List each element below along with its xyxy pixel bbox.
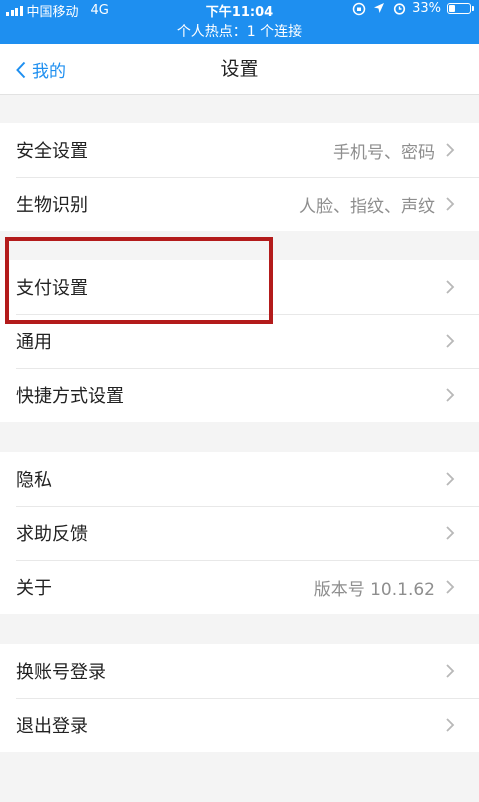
row-label: 支付设置: [16, 278, 88, 299]
settings-group-general: 支付设置 通用 快捷方式设置: [0, 260, 479, 422]
battery-fill: [449, 5, 456, 12]
security-settings-row[interactable]: 安全设置 手机号、密码: [0, 123, 479, 177]
chevron-right-icon: [446, 664, 455, 678]
hotspot-banner[interactable]: 个人热点：1 个连接: [0, 22, 479, 42]
chevron-right-icon: [446, 526, 455, 540]
chevron-right-icon: [446, 580, 455, 594]
chevron-right-icon: [446, 334, 455, 348]
row-value: 人脸、指纹、声纹: [299, 196, 435, 217]
settings-group-about: 隐私 求助反馈 关于 版本号 10.1.62: [0, 452, 479, 614]
biometrics-row[interactable]: 生物识别 人脸、指纹、声纹: [0, 177, 479, 231]
general-row[interactable]: 通用: [0, 314, 479, 368]
about-row[interactable]: 关于 版本号 10.1.62: [0, 560, 479, 614]
payment-settings-row[interactable]: 支付设置: [0, 260, 479, 314]
logout-row[interactable]: 退出登录: [0, 698, 479, 752]
privacy-row[interactable]: 隐私: [0, 452, 479, 506]
row-label: 退出登录: [16, 716, 88, 737]
row-value: 手机号、密码: [333, 142, 435, 163]
alarm-icon: [392, 2, 406, 16]
help-feedback-row[interactable]: 求助反馈: [0, 506, 479, 560]
battery-icon: [447, 3, 474, 14]
status-bar: 中国移动 4G 下午11:04 33% 个人热点：1 个连接: [0, 0, 479, 44]
battery-percent: 33%: [412, 1, 441, 16]
chevron-right-icon: [446, 718, 455, 732]
settings-group-account: 换账号登录 退出登录: [0, 644, 479, 752]
page-title: 设置: [220, 58, 259, 80]
version-value: 版本号 10.1.62: [313, 579, 435, 600]
row-label: 求助反馈: [16, 524, 88, 545]
chevron-right-icon: [446, 143, 455, 157]
row-label: 关于: [16, 578, 52, 599]
chevron-right-icon: [446, 280, 455, 294]
row-label: 隐私: [16, 470, 52, 491]
row-label: 生物识别: [16, 195, 88, 216]
settings-group-account-security: 安全设置 手机号、密码 生物识别 人脸、指纹、声纹: [0, 123, 479, 231]
navigation-bar: 我的 设置: [0, 44, 479, 95]
chevron-right-icon: [446, 388, 455, 402]
rotation-lock-icon: [352, 2, 366, 16]
row-label: 安全设置: [16, 141, 88, 162]
row-label: 换账号登录: [16, 662, 106, 683]
row-label: 快捷方式设置: [16, 386, 124, 407]
chevron-right-icon: [446, 197, 455, 211]
row-label: 通用: [16, 332, 52, 353]
location-icon: [372, 2, 386, 16]
switch-account-row[interactable]: 换账号登录: [0, 644, 479, 698]
chevron-right-icon: [446, 472, 455, 486]
shortcut-settings-row[interactable]: 快捷方式设置: [0, 368, 479, 422]
status-right: 33%: [352, 1, 474, 16]
